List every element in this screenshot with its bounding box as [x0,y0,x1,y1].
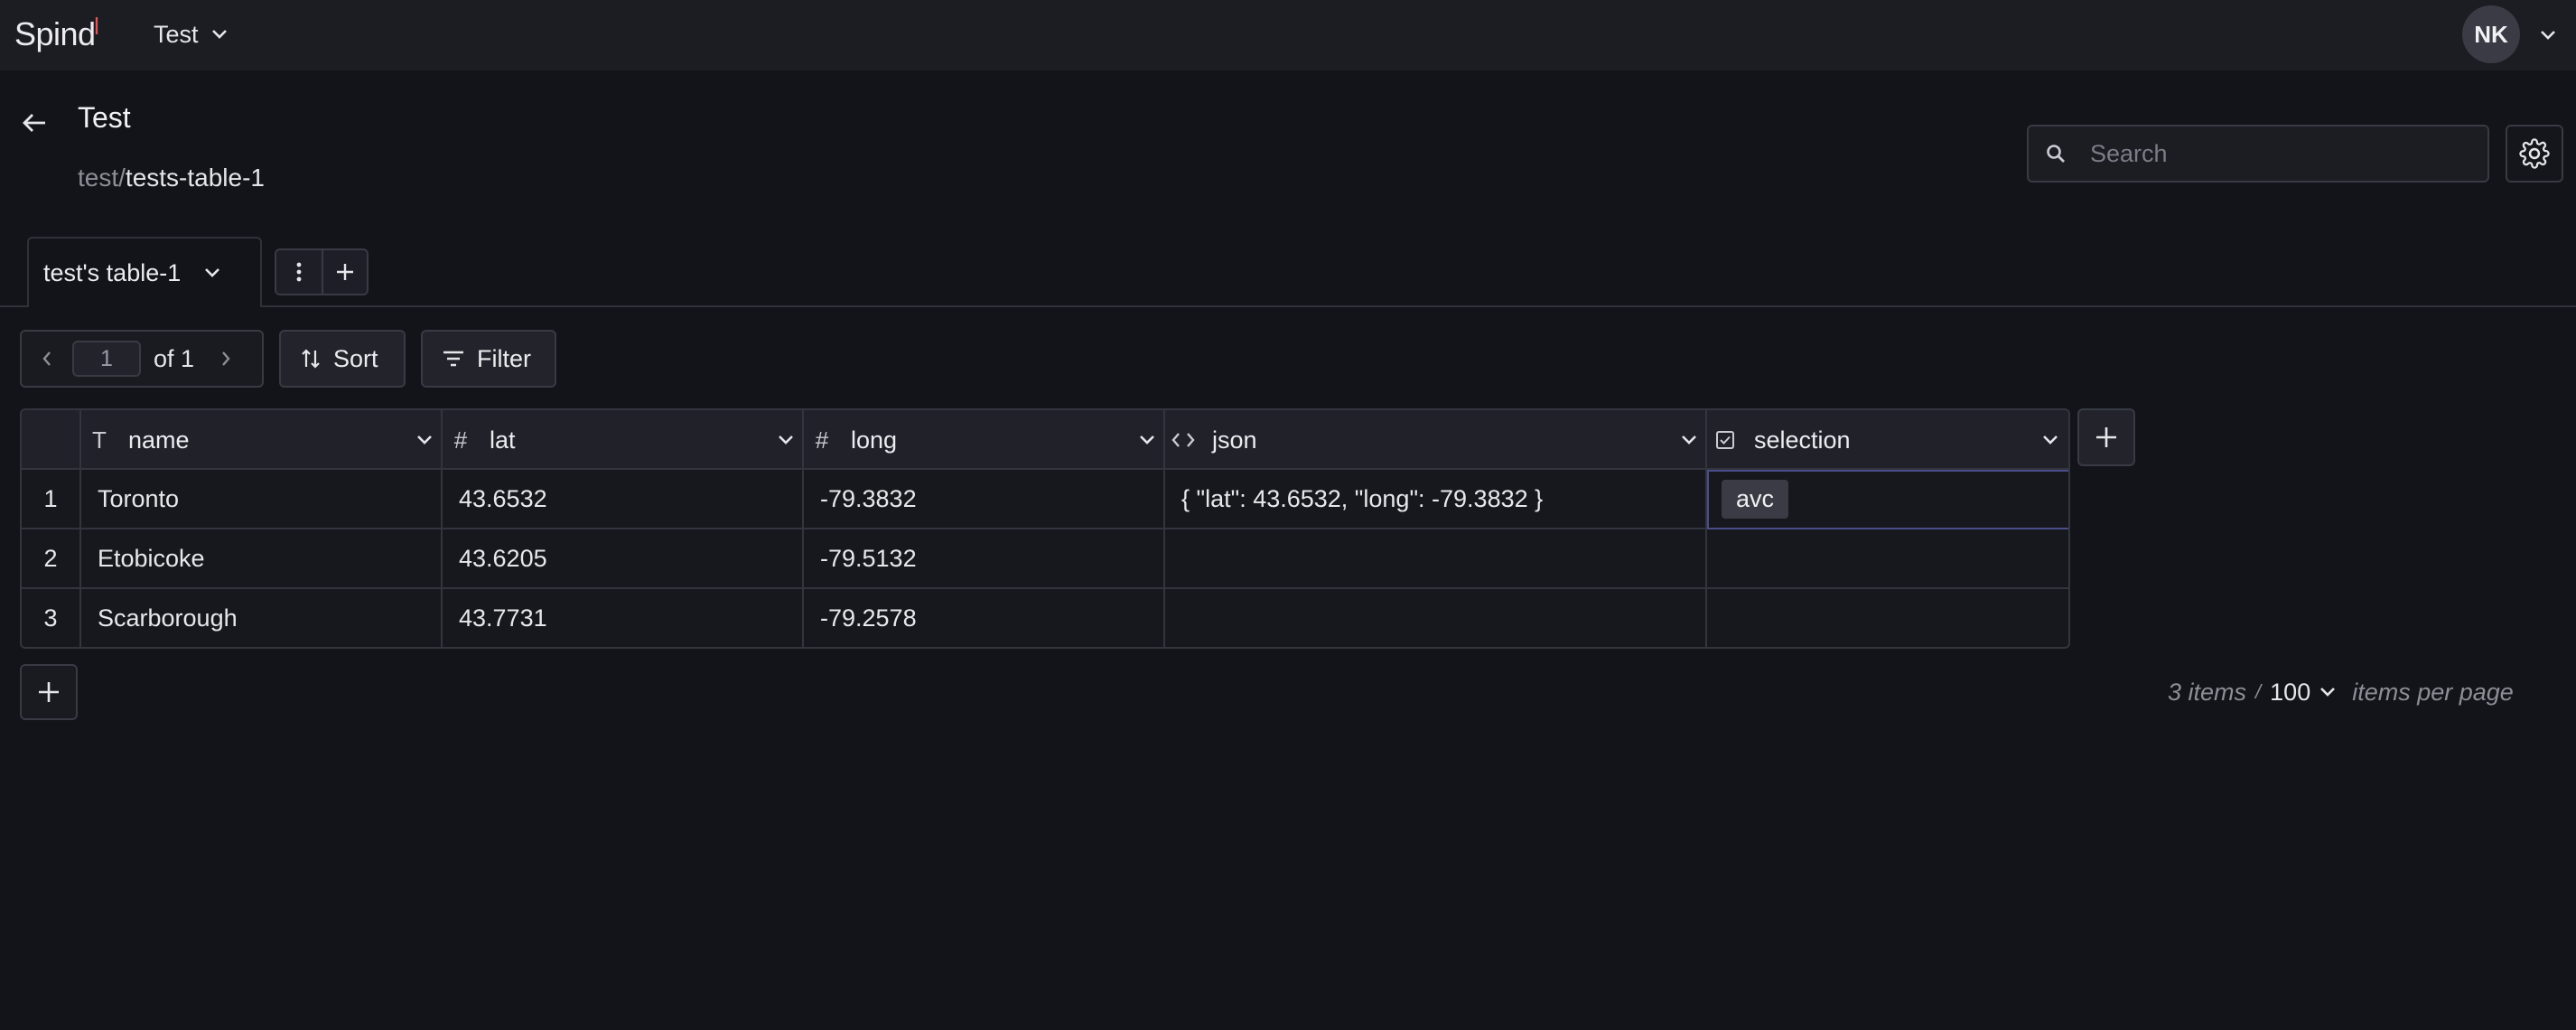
user-avatar[interactable]: NK [2462,5,2520,63]
sort-button[interactable]: Sort [279,330,406,388]
add-row-button[interactable] [20,664,78,720]
logo-text: Spind [14,15,96,52]
column-header-lat[interactable]: # lat [443,410,804,470]
search-icon [2029,143,2083,164]
search-box[interactable] [2027,125,2489,183]
tab-table-1[interactable]: test's table-1 [27,237,262,307]
cell-name[interactable]: Scarborough [81,589,443,647]
tab-label: test's table-1 [43,258,182,286]
per-page-value: 100 [2270,678,2311,706]
filter-icon [443,351,463,367]
column-divider [79,410,81,647]
cell-lat[interactable]: 43.7731 [443,589,804,647]
cell-name[interactable]: Etobicoke [81,529,443,587]
text-type-icon: T [92,426,107,454]
cell-json[interactable] [1165,589,1707,647]
column-divider [441,410,443,647]
column-header-long[interactable]: # long [804,410,1165,470]
column-divider [1705,410,1707,647]
app-logo[interactable]: Spind ǀ [14,12,100,54]
row-number: 1 [43,484,58,512]
chevron-down-icon[interactable] [1129,435,1165,445]
gear-icon [2519,138,2550,169]
logo-mark-icon: ǀ [93,12,100,40]
column-header-json[interactable]: json [1165,410,1707,470]
row-number: 3 [43,604,58,632]
next-page-icon[interactable] [201,332,251,386]
column-header-name[interactable]: T name [81,410,443,470]
breadcrumb-parent[interactable]: test [78,164,118,192]
data-table: T name # lat # long json selection 1 Tor… [20,408,2070,649]
chevron-down-icon[interactable] [1671,435,1707,445]
number-type-icon: # [815,426,829,454]
row-number: 2 [43,544,58,572]
column-header-selection[interactable]: selection [1707,410,2068,470]
table-footer: 3 items / 100 items per page [2168,676,2514,708]
cell-name[interactable]: Toronto [81,470,443,528]
cell-long[interactable]: -79.2578 [804,589,1165,647]
table-row: 2 Etobicoke 43.6205 -79.5132 [22,529,2068,589]
column-divider [1163,410,1165,647]
table-row: 1 Toronto 43.6532 -79.3832 { "lat": 43.6… [22,470,2068,529]
chevron-down-icon [211,30,227,39]
chevron-down-icon[interactable] [204,267,220,278]
tab-actions [275,248,369,295]
search-input[interactable] [2090,139,2469,168]
table-header: T name # lat # long json selection [22,410,2068,470]
sort-label: Sort [333,344,378,372]
breadcrumb: test / tests-table-1 [78,164,265,192]
chevron-down-icon[interactable] [406,435,443,445]
chevron-down-icon [2320,688,2336,697]
more-options-icon[interactable] [276,250,322,294]
cell-json[interactable]: { "lat": 43.6532, "long": -79.3832 } [1165,470,1707,528]
add-tab-icon[interactable] [322,250,367,294]
checkbox-icon [1707,430,1743,450]
cell-long[interactable]: -79.3832 [804,470,1165,528]
filter-button[interactable]: Filter [421,330,556,388]
table-row: 3 Scarborough 43.7731 -79.2578 [22,589,2068,647]
cell-long[interactable]: -79.5132 [804,529,1165,587]
sort-icon [302,349,320,369]
selection-tag: avc [1722,479,1789,519]
prev-page-icon[interactable] [22,332,72,386]
items-count: 3 items [2168,678,2247,706]
code-icon [1165,432,1201,448]
workspace-name: Test [154,20,199,48]
column-divider [802,410,804,647]
chevron-down-icon[interactable] [2032,435,2068,445]
plus-icon [2096,427,2116,447]
cell-lat[interactable]: 43.6205 [443,529,804,587]
cell-selection[interactable] [1707,529,2068,587]
cell-selection[interactable]: avc [1707,470,2068,528]
cell-lat[interactable]: 43.6532 [443,470,804,528]
breadcrumb-current: tests-table-1 [125,164,265,192]
cell-selection[interactable] [1707,589,2068,647]
tab-divider [0,305,2576,307]
pagination: 1 of 1 [20,330,264,388]
number-type-icon: # [453,426,468,454]
page-title: Test [78,101,131,134]
breadcrumb-separator: / [118,164,126,192]
top-nav-bar [0,0,2576,70]
workspace-switcher[interactable]: Test [154,16,228,52]
per-page-label: items per page [2352,678,2514,706]
per-page-select[interactable]: 100 [2270,679,2336,707]
cell-json[interactable] [1165,529,1707,587]
add-column-button[interactable] [2077,408,2135,466]
user-menu-chevron-icon[interactable] [2534,22,2562,49]
footer-separator: / [2255,680,2262,703]
page-number-input[interactable]: 1 [72,341,141,377]
settings-button[interactable] [2506,125,2563,183]
filter-label: Filter [477,344,531,372]
back-arrow-icon[interactable] [16,105,52,141]
page-total: of 1 [154,344,195,372]
plus-icon [39,682,59,702]
chevron-down-icon[interactable] [768,435,804,445]
